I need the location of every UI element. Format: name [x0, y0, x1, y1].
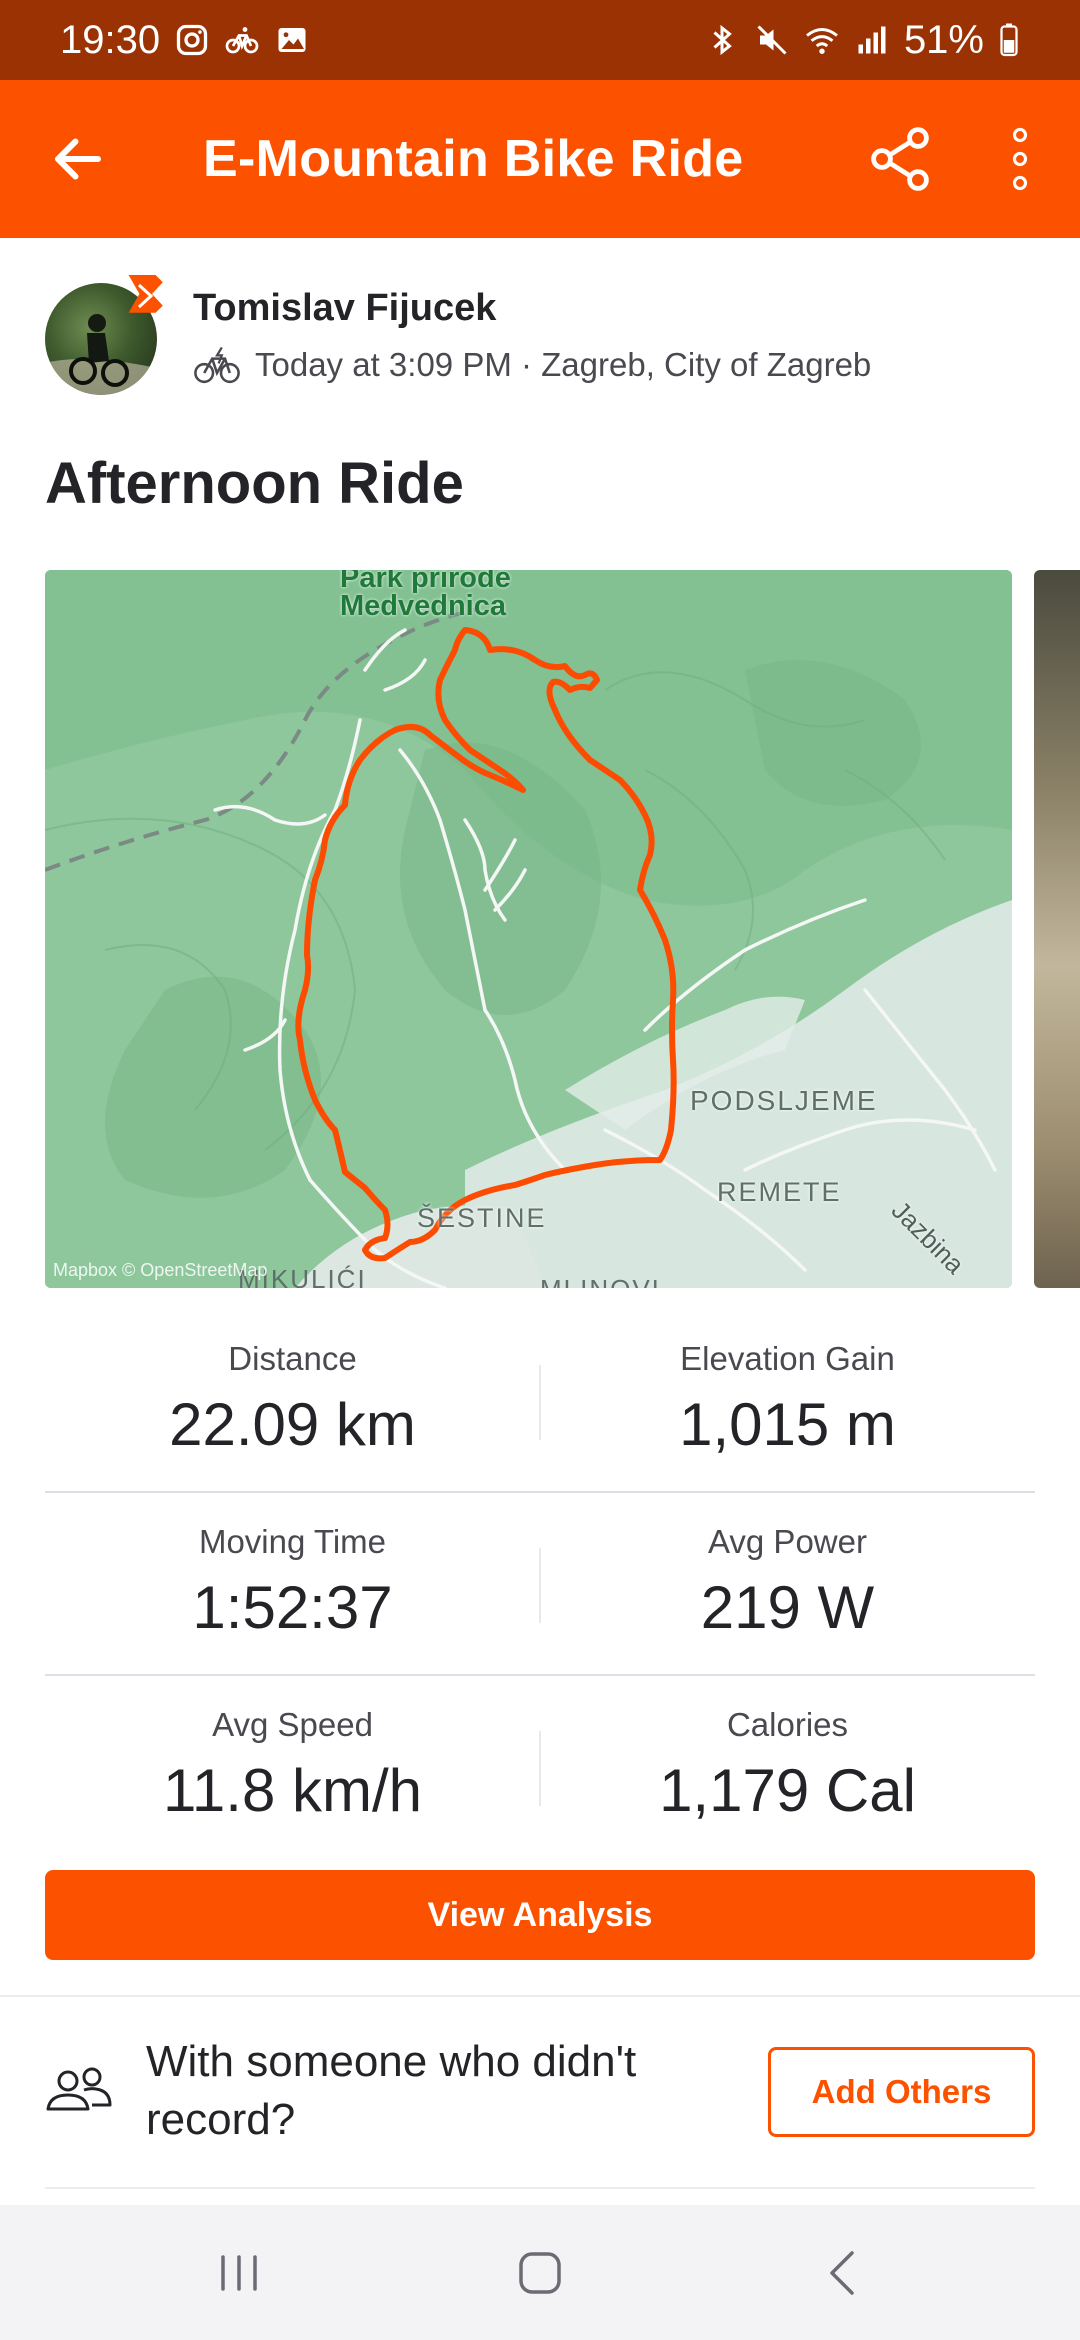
bluetooth-icon [704, 22, 740, 58]
stat-elevation-gain: Elevation Gain 1,015 m [540, 1340, 1035, 1459]
arrow-left-icon [55, 138, 101, 180]
stats-row: Distance 22.09 km Elevation Gain 1,015 m [45, 1310, 1035, 1493]
page-title: E-Mountain Bike Ride [203, 130, 744, 188]
route-map[interactable]: Park prirode Medvednica PODSLJEME REMETE… [45, 570, 1012, 1288]
map-label-sestine: ŠESTINE [417, 1203, 547, 1233]
home-button[interactable] [504, 2237, 576, 2309]
stat-label: Avg Power [708, 1523, 867, 1560]
system-nav-bar [0, 2205, 1080, 2340]
stat-calories: Calories 1,179 Cal [540, 1706, 1035, 1825]
system-back-button[interactable] [808, 2237, 880, 2309]
activity-meta: Today at 3:09 PM · Zagreb, City of Zagre… [193, 345, 871, 385]
map-label-mlinovi: MLINOVI [540, 1274, 661, 1288]
home-icon [519, 2252, 561, 2294]
stat-value: 22.09 km [169, 1391, 416, 1458]
stat-label: Calories [726, 1706, 849, 1743]
map-attribution[interactable]: Mapbox © OpenStreetMap [53, 1260, 267, 1281]
activity-photo-thumbnail[interactable] [1034, 570, 1080, 1288]
clock: 19:30 [60, 17, 161, 62]
map-label-podsljeme: PODSLJEME [690, 1085, 878, 1116]
athlete-name[interactable]: Tomislav Fijucek [193, 287, 496, 330]
ebike-icon [194, 346, 240, 384]
gallery-icon [274, 22, 310, 58]
add-others-prompt: With someone who didn't record? Add Othe… [0, 1997, 1080, 2187]
stat-avg-speed: Avg Speed 11.8 km/h [45, 1706, 540, 1825]
battery-icon [998, 22, 1020, 58]
share-button[interactable] [864, 123, 936, 195]
back-button[interactable] [48, 129, 108, 189]
others-prompt-text: With someone who didn't record? [146, 2037, 637, 2144]
subscriber-badge-icon [125, 275, 167, 317]
stats-grid: Distance 22.09 km Elevation Gain 1,015 m… [45, 1310, 1035, 1859]
activity-time-location: Today at 3:09 PM · Zagreb, City of Zagre… [255, 346, 872, 383]
stat-value: 219 W [700, 1574, 875, 1641]
instagram-icon [174, 22, 210, 58]
status-right: 51% [704, 18, 1020, 63]
stat-avg-power: Avg Power 219 W [540, 1523, 1035, 1642]
signal-icon [854, 22, 890, 58]
stat-label: Distance [228, 1340, 357, 1377]
stat-value: 1,015 m [679, 1391, 896, 1458]
stats-row: Moving Time 1:52:37 Avg Power 219 W [45, 1493, 1035, 1676]
stats-row: Avg Speed 11.8 km/h Calories 1,179 Cal [45, 1676, 1035, 1859]
stat-label: Avg Speed [212, 1706, 373, 1743]
map-label-remete: REMETE [717, 1177, 842, 1207]
recent-apps-icon [221, 2255, 257, 2291]
app-bar: E-Mountain Bike Ride [0, 80, 1080, 238]
stat-value: 11.8 km/h [162, 1757, 422, 1824]
stat-distance: Distance 22.09 km [45, 1340, 540, 1459]
stat-moving-time: Moving Time 1:52:37 [45, 1523, 540, 1642]
recent-apps-button[interactable] [203, 2237, 275, 2309]
map-label-medvednica: Medvednica [340, 590, 506, 622]
activity-title: Afternoon Ride [45, 451, 464, 516]
map-graphic [45, 570, 1012, 1288]
group-icon [46, 2067, 112, 2111]
athlete-header[interactable]: Tomislav Fijucek Today at 3:09 PM · Zagr… [45, 275, 1045, 405]
chevron-left-icon [830, 2251, 854, 2295]
battery-percent: 51% [903, 17, 984, 62]
status-bar: 19:30 51% [0, 0, 1080, 80]
mute-icon [754, 22, 790, 58]
more-vert-icon [1012, 127, 1028, 191]
bicycle-notification-icon [224, 22, 260, 58]
stat-label: Moving Time [198, 1523, 387, 1560]
wifi-icon [804, 22, 840, 58]
more-options-button[interactable] [1000, 123, 1040, 195]
add-others-button[interactable]: Add Others [768, 2047, 1035, 2137]
divider [45, 2187, 1035, 2189]
status-left: 19:30 [60, 18, 310, 63]
view-analysis-button[interactable]: View Analysis [45, 1870, 1035, 1960]
share-icon [871, 127, 929, 191]
stat-label: Elevation Gain [680, 1340, 895, 1377]
stat-value: 1:52:37 [192, 1574, 393, 1641]
stat-value: 1,179 Cal [659, 1757, 916, 1824]
